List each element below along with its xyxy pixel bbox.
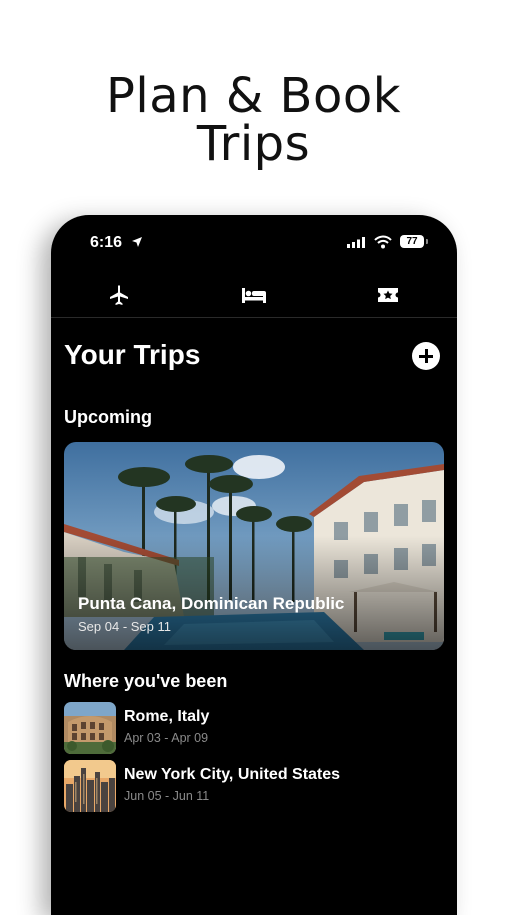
battery-icon: 77 <box>400 235 424 248</box>
airplane-icon <box>110 285 128 305</box>
past-trip-dates: Apr 03 - Apr 09 <box>124 731 209 745</box>
battery-tip <box>426 239 428 244</box>
wifi-icon <box>374 235 392 249</box>
past-trips-section-label: Where you've been <box>64 671 228 691</box>
page-title: Your Trips <box>64 339 201 370</box>
tab-experiences[interactable] <box>368 279 408 311</box>
upcoming-trip-card[interactable]: Punta Cana, Dominican Republic Sep 04 - … <box>64 442 444 650</box>
tab-flights[interactable] <box>99 279 139 311</box>
new-york-thumbnail <box>64 760 116 812</box>
upcoming-trip-title: Punta Cana, Dominican Republic <box>78 594 345 613</box>
headline-line-1: Plan & Book <box>105 68 402 124</box>
past-trip-row[interactable]: Rome, Italy Apr 03 - Apr 09 <box>64 702 444 754</box>
past-trip-dates: Jun 05 - Jun 11 <box>124 789 210 803</box>
rome-thumbnail <box>64 702 116 754</box>
tab-hotels[interactable] <box>234 279 274 311</box>
tab-bar <box>51 275 457 318</box>
cellular-signal-icon <box>347 237 365 248</box>
phone-frame: 6:16 77 Your Trips Upcoming Punta Cana, … <box>51 215 457 915</box>
bed-icon <box>242 288 266 303</box>
location-arrow-icon <box>132 237 142 247</box>
upcoming-section-label: Upcoming <box>64 407 152 427</box>
past-trip-title: New York City, United States <box>124 766 341 783</box>
status-bar: 6:16 77 <box>51 215 457 271</box>
past-trip-title: Rome, Italy <box>124 708 210 725</box>
status-time: 6:16 <box>90 234 123 251</box>
add-trip-button[interactable] <box>412 342 440 370</box>
upcoming-trip-dates: Sep 04 - Sep 11 <box>78 619 171 634</box>
headline-line-2: Trips <box>196 116 311 172</box>
past-trip-row[interactable]: New York City, United States Jun 05 - Ju… <box>64 760 444 812</box>
ticket-icon <box>378 288 398 302</box>
promo-headline: Plan & Book Trips <box>0 72 507 168</box>
